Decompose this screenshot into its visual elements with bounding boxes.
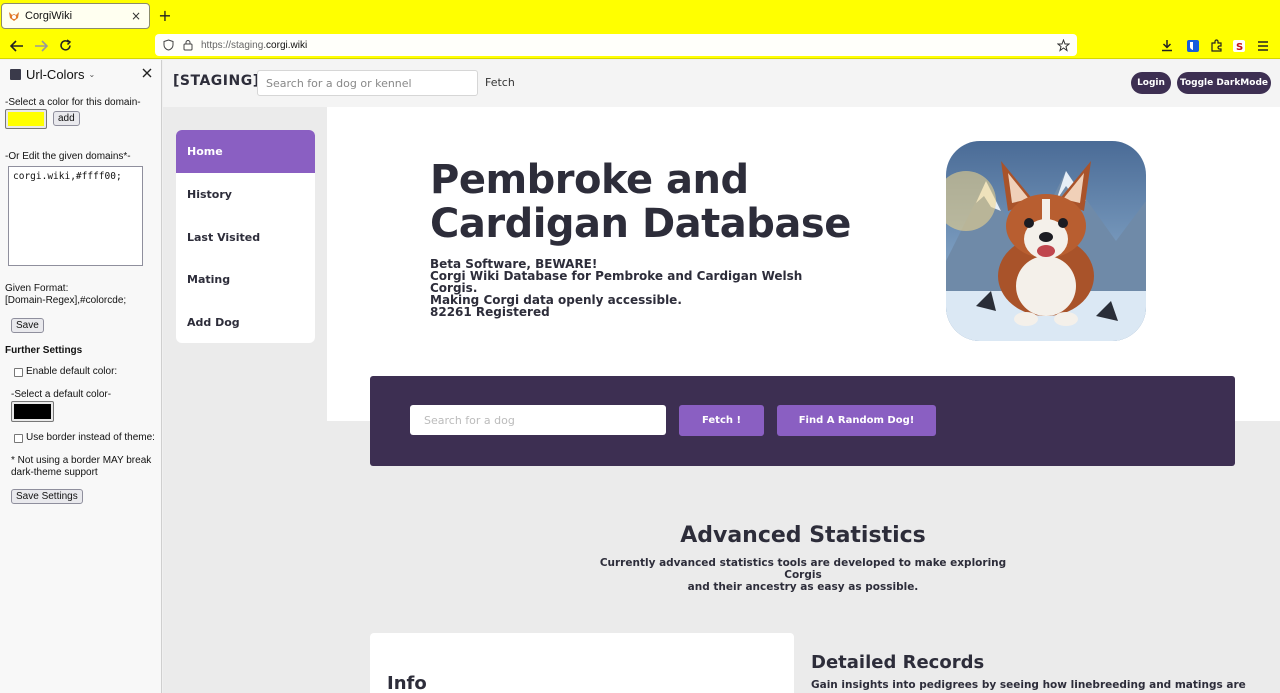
advanced-statistics-title: Advanced Statistics [680,523,926,548]
enable-default-label: Enable default color: [26,366,118,377]
close-sidebar-icon[interactable] [140,66,154,80]
downloads-icon[interactable] [1158,36,1176,55]
url-bar[interactable]: https://staging.corgi.wiki [155,34,1077,56]
lock-icon[interactable] [181,38,195,52]
tab-corgiwiki[interactable]: CorgiWiki × [1,3,150,29]
enable-default-checkbox[interactable] [14,368,23,377]
domain-color-swatch [8,112,44,126]
bitwarden-extension-icon[interactable] [1184,36,1202,55]
tab-bar: CorgiWiki × + [0,0,1280,32]
info-title: Info [387,673,427,693]
url-colors-logo-icon [10,68,21,80]
edit-domains-label: -Or Edit the given domains*- [5,151,131,162]
select-default-label: -Select a default color- [11,389,112,400]
advanced-statistics-subtitle: Currently advanced statistics tools are … [593,557,1013,593]
add-button[interactable]: add [53,111,80,126]
menu-item-history[interactable]: History [176,173,315,216]
hero-line: Corgi Wiki Database for Pembroke and Car… [430,269,803,295]
use-border-checkbox[interactable] [14,434,23,443]
corgi-hero-image [946,141,1146,341]
menu-hamburger-icon[interactable] [1254,36,1272,55]
domain-color-picker[interactable] [5,109,47,129]
corgiwiki-page: [STAGING] Fetch Login Toggle DarkMode Pe… [163,60,1280,693]
advanced-line: and their ancestry as easy as possible. [687,581,919,593]
sidebar-header[interactable]: Url-Colors ⌄ [0,60,161,88]
back-arrow-icon[interactable] [7,36,27,55]
top-search-input[interactable] [257,70,478,96]
side-menu: Home History Last Visited Mating Add Dog [176,130,315,343]
chevron-down-icon[interactable]: ⌄ [89,70,96,79]
fetch-button[interactable]: Fetch ! [679,405,764,436]
hero-line: 82261 Registered [430,305,550,319]
site-brand[interactable]: [STAGING] [173,73,260,89]
use-border-label: Use border instead of theme: [26,432,155,443]
info-card: Info [370,633,794,693]
advanced-line: Currently advanced statistics tools are … [599,557,1007,581]
menu-item-mating[interactable]: Mating [176,258,315,301]
toggle-darkmode-button[interactable]: Toggle DarkMode [1177,72,1271,94]
further-settings-heading: Further Settings [5,345,83,356]
select-color-label: -Select a color for this domain- [5,97,141,108]
shield-icon[interactable] [161,38,175,52]
sidebar-title: Url-Colors [26,66,85,82]
format-label: Given Format: [5,283,69,294]
extensions-puzzle-icon[interactable] [1207,36,1225,55]
bookmark-star-icon[interactable] [1055,37,1071,53]
menu-item-last-visited[interactable]: Last Visited [176,216,315,259]
top-fetch-button[interactable]: Fetch [485,76,515,89]
default-color-picker[interactable] [11,401,54,422]
hero-title: Pembroke and Cardigan Database [430,157,851,247]
login-button[interactable]: Login [1131,72,1171,94]
domains-textarea[interactable]: corgi.wiki,#ffff00; [8,166,143,266]
save-button[interactable]: Save [11,318,44,333]
detailed-records-title: Detailed Records [811,652,985,673]
note-line-1: * Not using a border MAY break [11,455,152,466]
url-colors-sidebar: Url-Colors ⌄ -Select a color for this do… [0,60,162,693]
reload-icon[interactable] [55,36,75,55]
hero-subtitle: Beta Software, BEWARE! Corgi Wiki Databa… [430,258,850,318]
menu-item-add-dog[interactable]: Add Dog [176,301,315,344]
detailed-records-text: Gain insights into pedigrees by seeing h… [811,679,1246,691]
random-dog-button[interactable]: Find A Random Dog! [777,405,936,436]
url-text: https://staging.corgi.wiki [201,39,308,51]
format-value: [Domain-Regex],#colorcde; [5,295,127,306]
close-tab-icon[interactable]: × [129,9,143,23]
corgi-favicon-icon [8,10,20,22]
hero-section: Pembroke and Cardigan Database Beta Soft… [327,107,1280,421]
nav-toolbar: https://staging.corgi.wiki S [0,32,1280,59]
new-tab-button[interactable]: + [156,6,174,26]
top-navbar: [STAGING] Fetch Login Toggle DarkMode [163,60,1280,107]
default-color-swatch [14,404,51,419]
tab-title: CorgiWiki [25,10,73,22]
svg-text:S: S [1236,42,1243,53]
dog-search-band: Fetch ! Find A Random Dog! [370,376,1235,466]
save-settings-button[interactable]: Save Settings [11,489,83,504]
menu-item-home[interactable]: Home [176,130,315,173]
note-line-2: dark-theme support [11,467,98,478]
stylus-extension-icon[interactable]: S [1230,36,1248,55]
dog-search-input[interactable] [410,405,666,435]
forward-arrow-icon[interactable] [31,36,51,55]
